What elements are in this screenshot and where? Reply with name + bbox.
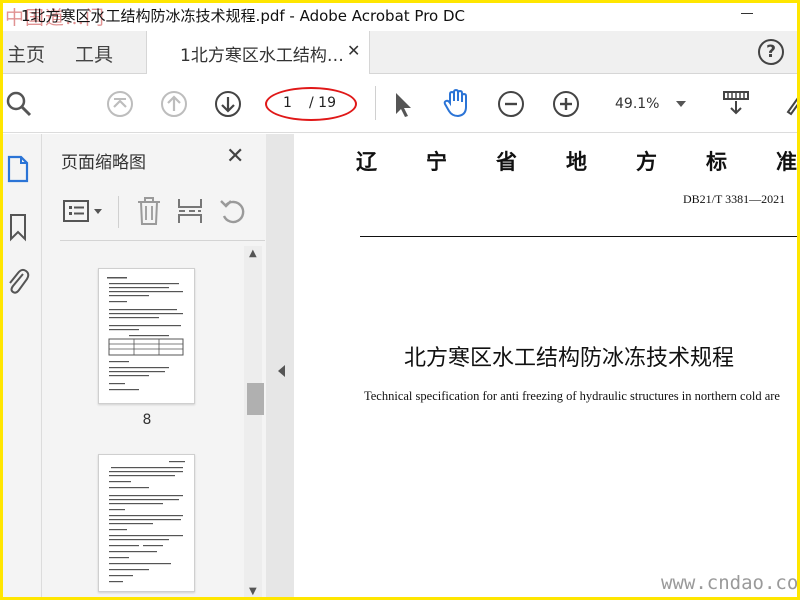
thumbnail-page-label: 8 [142,412,152,428]
panel-tool-divider [118,196,119,228]
help-icon[interactable]: ? [758,39,784,65]
tab-bar: 主页 工具 1北方寒区水工结构… ✕ ? [3,31,797,74]
tab-close-button[interactable]: ✕ [347,41,360,60]
toolbar-divider [375,86,376,120]
page-thumbnails-icon[interactable] [6,154,30,184]
title-bar: 中国道…门 1北方寒区水工结构防冰冻技术规程.pdf - Adobe Acrob… [3,3,797,29]
thumbnail-scrollbar[interactable]: ▲ ▼ [244,246,264,597]
hand-tool-icon[interactable] [441,88,471,118]
document-header: 辽宁省地方标准 [356,149,800,174]
zoom-dropdown-icon[interactable] [676,101,686,107]
collapse-panel-icon[interactable] [278,365,285,377]
panel-toolbar [42,190,266,236]
first-page-icon[interactable] [106,90,134,118]
rotate-icon[interactable] [218,196,248,226]
tab-document[interactable]: 1北方寒区水工结构… ✕ [146,31,370,74]
thumbnail-preview [107,277,184,391]
search-icon[interactable] [5,89,33,117]
document-code: DB21/T 3381—2021 [683,192,786,206]
next-page-icon[interactable] [214,90,242,118]
options-menu-icon[interactable] [62,198,106,226]
page-thumbnail[interactable] [98,268,195,404]
panel-separator [60,240,265,241]
minimize-button[interactable] [741,13,753,14]
panel-close-button[interactable]: ✕ [226,144,244,169]
trash-icon[interactable] [136,196,162,226]
bookmark-icon[interactable] [8,212,28,242]
tab-tools[interactable]: 工具 [75,40,113,67]
site-watermark: www.cndao.com [661,572,800,594]
document-page: 辽宁省地方标准 DB21/T 3381—2021 北方寒区水工结构防冰冻技术规程… [294,134,800,597]
scroll-down-icon[interactable]: ▼ [249,586,257,597]
page-thumbnail[interactable] [98,454,195,592]
pen-icon[interactable] [786,90,800,118]
left-rail [3,134,42,597]
tab-home[interactable]: 主页 [7,40,45,67]
panel-title: 页面缩略图 [61,153,146,173]
zoom-level[interactable]: 49.1% [615,96,659,112]
attachment-icon[interactable] [5,266,31,296]
thumbnail-preview [109,461,185,583]
header-rule [360,236,797,237]
scroll-up-icon[interactable]: ▲ [249,248,257,259]
select-tool-icon[interactable] [389,90,417,118]
previous-page-icon[interactable] [160,90,188,118]
annotation-ellipse [265,87,357,121]
panel-splitter[interactable] [266,134,294,597]
zoom-out-icon[interactable] [497,90,525,118]
screenshot-frame: 中国道…门 1北方寒区水工结构防冰冻技术规程.pdf - Adobe Acrob… [0,0,800,600]
document-english-title: Technical specification for anti freezin… [364,389,780,403]
scroll-thumb[interactable] [247,383,264,415]
page-display-icon[interactable] [721,88,751,118]
tab-document-label: 1北方寒区水工结构… [180,46,344,66]
document-title: 北方寒区水工结构防冰冻技术规程 [404,346,735,371]
window-title: 1北方寒区水工结构防冰冻技术规程.pdf - Adobe Acrobat Pro… [21,7,466,25]
zoom-in-icon[interactable] [552,90,580,118]
insert-pages-icon[interactable] [176,196,204,226]
thumbnails-panel: 页面缩略图 ✕ 8 ▲ ▼ [42,134,266,597]
